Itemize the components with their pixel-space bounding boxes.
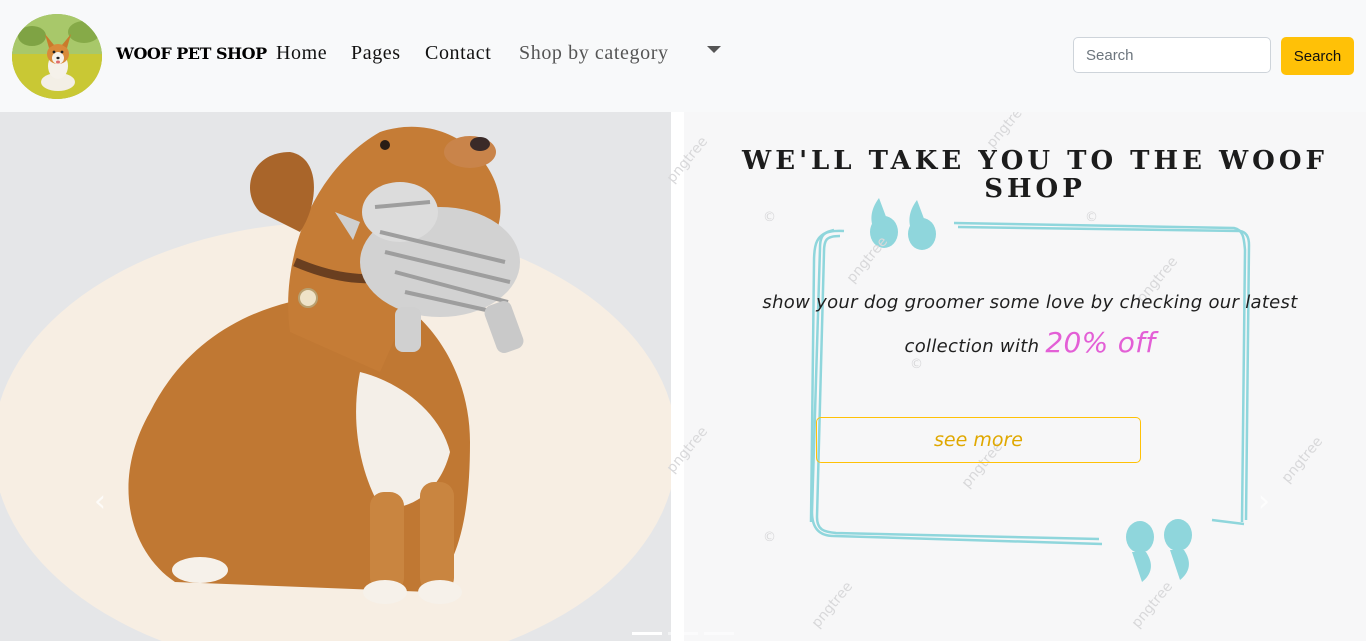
slide-gap [671,112,684,641]
carousel-indicator-1[interactable] [632,632,662,635]
dog-with-toy-image [0,126,671,641]
caret-down-icon[interactable] [707,46,721,53]
watermark-copyright: © [763,530,776,545]
corgi-logo-image [12,14,102,99]
watermark-copyright: © [1085,210,1098,225]
discount-text: 20% off [1045,326,1156,359]
search-input[interactable] [1073,37,1271,73]
brand-name[interactable]: WOOF PET SHOP [116,44,267,63]
promo-text-block: show your dog groomer some love by check… [740,283,1320,367]
nav-home[interactable]: Home [276,42,327,65]
navbar: WOOF PET SHOP Home Pages Contact Shop by… [0,0,1366,112]
promo-text: show your dog groomer some love by check… [762,292,1298,357]
carousel-prev-button[interactable]: ‹ [94,484,106,519]
carousel-indicator-3[interactable] [704,632,734,635]
carousel-next-button[interactable]: › [1258,484,1270,519]
nav-shop-by-category[interactable]: Shop by category [519,42,669,65]
carousel-indicator-2[interactable] [668,632,698,635]
watermark-copyright: © [763,210,776,225]
corgi-logo[interactable] [12,14,102,99]
nav-contact[interactable]: Contact [425,42,491,65]
dog-slide [0,112,671,641]
see-more-button[interactable]: see more [816,417,1141,463]
promo-headline: We'll take you to the woof shop [742,146,1328,204]
nav-pages[interactable]: Pages [351,42,401,65]
search-button[interactable]: Search [1281,37,1354,75]
